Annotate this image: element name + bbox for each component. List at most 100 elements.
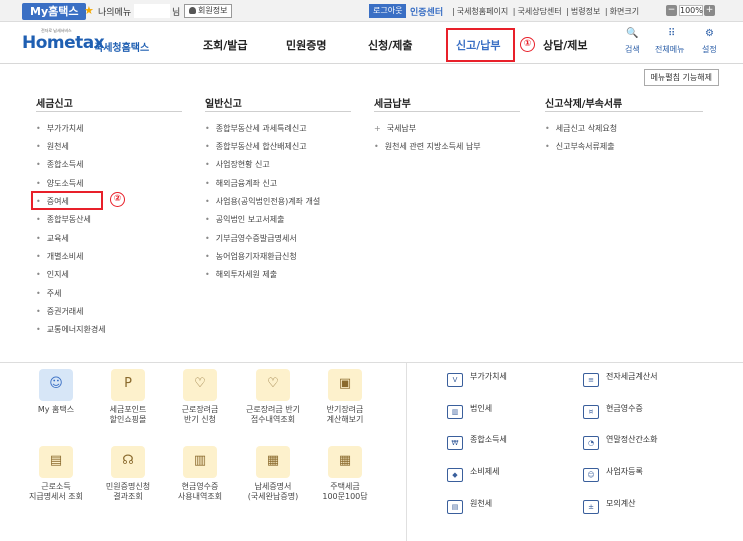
logout-button[interactable]: 로그아웃 — [369, 4, 407, 18]
headset-icon: ☊ — [111, 446, 145, 478]
zoom-value: 100% — [679, 5, 703, 16]
name-suffix: 님 — [172, 8, 181, 18]
util-link-tax-center[interactable]: 국세상담센터 — [517, 7, 561, 16]
heart-check-icon: ♡ — [256, 369, 290, 401]
menu-item-transfer-tax[interactable]: • 양도소득세 — [36, 178, 84, 189]
search-icon[interactable]: 🔍 — [626, 28, 638, 39]
settings-label[interactable]: 설정 — [702, 44, 717, 55]
tile-earned-income-status[interactable]: ♡ 근로장려금 반기 접수내역조회 — [237, 369, 309, 425]
nav-certificate[interactable]: 민원증명 — [286, 37, 326, 53]
menu-item-stamp-tax[interactable]: • 인지세 — [36, 269, 69, 280]
col-divider — [205, 111, 351, 112]
menu-expand-off-button[interactable]: 메뉴펼침 기능해제 — [643, 69, 719, 86]
calculator-icon: ▣ — [328, 369, 362, 401]
menu-item-business-account[interactable]: • 사업용(공익법인전용)계좌 개설 — [205, 196, 320, 207]
col-title-tax-report: 세금신고 — [36, 99, 73, 110]
person-icon: ☺ — [39, 369, 73, 401]
menu-item-property-exclusion[interactable]: • 종합부동산세 합산배제신고 — [205, 141, 307, 152]
nav-application[interactable]: 신청/제출 — [368, 37, 413, 53]
quick-business-registration[interactable]: ☺ 사업자등록 — [583, 466, 643, 482]
menu-item-liquor-tax[interactable]: • 주세 — [36, 288, 61, 299]
tile-my-hometax[interactable]: ☺ My 홈택스 — [20, 369, 92, 415]
menu-item-overseas-account[interactable]: • 해외금융계좌 신고 — [205, 178, 277, 189]
quick-consumption-tax[interactable]: ◆ 소비제세 — [447, 466, 499, 482]
building-icon: ▦ — [328, 446, 362, 478]
tile-tax-payment-cert[interactable]: ▦ 납세증명서 (국세완납증명) — [237, 446, 309, 502]
tile-housing-tax-qa[interactable]: ▦ 주택세금 100문100답 — [309, 446, 381, 502]
nav-consulting[interactable]: 상담/제보 — [543, 37, 588, 53]
menu-item-income-tax[interactable]: • 종합소득세 — [36, 159, 84, 170]
nav-report-payment[interactable]: 신고/납부 — [456, 37, 501, 53]
gear-icon[interactable]: ⚙ — [705, 28, 714, 39]
menu-item-withholding[interactable]: • 원천세 — [36, 141, 69, 152]
menu-item-overseas-investment[interactable]: • 해외투자세원 제출 — [205, 269, 277, 280]
quick-income-tax[interactable]: ₩ 종합소득세 — [447, 434, 507, 450]
col-title-deletion-docs: 신고삭제/부속서류 — [545, 99, 623, 110]
menu-item-education-tax[interactable]: • 교육세 — [36, 233, 69, 244]
grid-menu-icon[interactable]: ⠿ — [668, 28, 675, 39]
quick-simulation[interactable]: ± 모의계산 — [583, 498, 635, 514]
col-divider — [374, 111, 520, 112]
member-info-button[interactable]: 회원정보 — [184, 4, 233, 18]
menu-item-transport-energy-tax[interactable]: • 교통에너지환경세 — [36, 324, 106, 335]
menu-item-national-tax-payment[interactable]: + 국세납부 — [374, 123, 416, 134]
cert-center-link[interactable]: 인증센터 — [410, 5, 443, 18]
mega-menu-panel: 메뉴펼침 기능해제 세금신고 • 부가가치세 • 원천세 • 종합소득세 • 양도소득세… — [0, 64, 743, 363]
util-link: | — [452, 7, 455, 16]
util-link-nts-homepage[interactable]: 국세청홈페이지 — [457, 7, 509, 16]
zoom-in-button[interactable]: + — [704, 5, 715, 16]
main-content-lower: ☺ My 홈택스 P 세금포인트 할인쇼핑몰 ♡ 근로장려금 반기 신청 ♡ 근… — [0, 363, 743, 541]
marker-1: ① — [520, 37, 535, 52]
simulation-icon: ± — [583, 500, 599, 514]
util-link: | — [566, 7, 569, 16]
document-icon: ▦ — [256, 446, 290, 478]
menu-item-attachment-submit[interactable]: • 신고부속서류제출 — [545, 141, 615, 152]
quick-cash-receipt[interactable]: ¤ 현금영수증 — [583, 403, 643, 419]
menu-item-comprehensive-property[interactable]: • 종합부동산세 — [36, 214, 91, 225]
zoom-out-button[interactable]: − — [666, 5, 677, 16]
quick-year-end[interactable]: ◔ 연말정산간소화 — [583, 434, 658, 450]
menu-item-property-special[interactable]: • 종합부동산세 과세특례신고 — [205, 123, 307, 134]
tile-civil-result[interactable]: ☊ 민원증명신청 결과조회 — [92, 446, 164, 502]
menu-item-donation-receipt[interactable]: • 기부금영수증발급명세서 — [205, 233, 297, 244]
tile-incentive-calc[interactable]: ▣ 반기장려금 계산해보기 — [309, 369, 381, 425]
menu-item-vat[interactable]: • 부가가치세 — [36, 123, 84, 134]
menu-item-business-status[interactable]: • 사업장현황 신고 — [205, 159, 270, 170]
menu-item-securities-tax[interactable]: • 증권거래세 — [36, 306, 84, 317]
search-label[interactable]: 검색 — [625, 44, 640, 55]
quick-e-invoice[interactable]: ≡ 전자세금계산서 — [583, 371, 658, 387]
menu-item-public-corp-report[interactable]: • 공익법인 보고서제출 — [205, 214, 285, 225]
withholding-icon: ▤ — [447, 500, 463, 514]
user-name-redacted — [134, 4, 170, 18]
shortcut-tiles: ☺ My 홈택스 P 세금포인트 할인쇼핑몰 ♡ 근로장려금 반기 신청 ♡ 근… — [0, 363, 400, 541]
receipt-icon: ▥ — [183, 446, 217, 478]
util-link-law-info[interactable]: 법령정보 — [571, 7, 600, 16]
tile-earned-income-apply[interactable]: ♡ 근로장려금 반기 신청 — [164, 369, 236, 425]
my-menu-link[interactable]: 나의메뉴 — [98, 5, 131, 18]
nav-inquiry[interactable]: 조회/발급 — [203, 37, 248, 53]
tile-tax-point-mall[interactable]: P 세금포인트 할인쇼핑몰 — [92, 369, 164, 425]
hometax-logo[interactable]: Hometax — [22, 33, 105, 53]
menu-item-agri-refund[interactable]: • 농어업용기자재환급신청 — [205, 251, 297, 262]
quick-vat[interactable]: V 부가가치세 — [447, 371, 507, 387]
logo-text: Hometax — [22, 33, 105, 53]
year-end-icon: ◔ — [583, 436, 599, 450]
tile-cash-receipt-usage[interactable]: ▥ 현금영수증 사용내역조회 — [164, 446, 236, 502]
col-divider — [36, 111, 182, 112]
member-info-label: 회원정보 — [198, 6, 228, 15]
person-icon — [189, 7, 196, 14]
myhome-tab[interactable]: My홈택스 — [22, 3, 87, 20]
menu-item-local-income-tax[interactable]: • 원천세 관련 지방소득세 납부 — [374, 141, 481, 152]
menu-item-excise-tax[interactable]: • 개별소비세 — [36, 251, 84, 262]
money-icon: ▤ — [39, 446, 73, 478]
quick-corporate-tax[interactable]: ▥ 법인세 — [447, 403, 492, 419]
tile-earned-income-statement[interactable]: ▤ 근로소득 지급명세서 조회 — [20, 446, 92, 502]
util-screen-size: 화면크기 — [609, 7, 640, 16]
logo-subtitle: 국세청홈택스 — [94, 43, 150, 54]
menu-item-gift-tax[interactable]: • 증여세 — [36, 196, 69, 207]
cash-receipt-icon: ¤ — [583, 405, 599, 419]
all-menu-label[interactable]: 전체메뉴 — [655, 44, 684, 55]
menu-item-delete-request[interactable]: • 세금신고 삭제요청 — [545, 123, 617, 134]
vat-icon: V — [447, 373, 463, 387]
quick-withholding[interactable]: ▤ 원천세 — [447, 498, 492, 514]
